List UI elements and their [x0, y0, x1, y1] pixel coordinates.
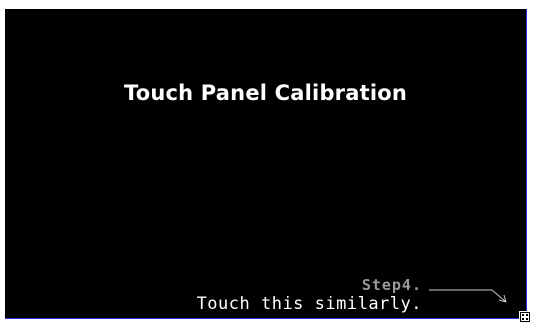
pointer-arrow-icon: [429, 289, 507, 303]
crosshair-target-icon[interactable]: [519, 311, 531, 323]
instruction-text: Touch this similarly.: [196, 294, 422, 314]
page-title: Touch Panel Calibration: [123, 81, 408, 105]
step-label: Step4.: [361, 276, 422, 294]
calibration-screen: Touch Panel Calibration Step4. Touch thi…: [5, 9, 527, 319]
